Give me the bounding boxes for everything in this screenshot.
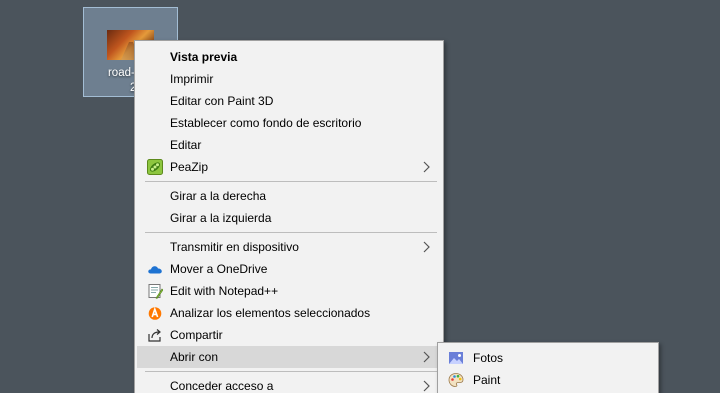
submenu-item-fotos[interactable]: Fotos	[440, 347, 656, 369]
open-with-submenu: Fotos Paint	[437, 342, 659, 393]
submenu-item-paint[interactable]: Paint	[440, 369, 656, 391]
menu-item-label: Girar a la izquierda	[170, 211, 272, 225]
menu-item-label: Analizar los elementos seleccionados	[170, 306, 371, 320]
menu-item-imprimir[interactable]: Imprimir	[137, 68, 441, 90]
menu-item-fondo-escritorio[interactable]: Establecer como fondo de escritorio	[137, 112, 441, 134]
menu-item-editar-paint3d[interactable]: Editar con Paint 3D	[137, 90, 441, 112]
menu-item-transmitir[interactable]: Transmitir en dispositivo	[137, 236, 441, 258]
menu-item-analizar[interactable]: Analizar los elementos seleccionados	[137, 302, 441, 324]
menu-item-vista-previa[interactable]: Vista previa	[137, 46, 441, 68]
menu-item-conceder-acceso[interactable]: Conceder acceso a	[137, 375, 441, 393]
notepad-plus-plus-icon	[148, 284, 163, 299]
chevron-right-icon	[423, 161, 430, 173]
menu-item-peazip[interactable]: PeaZip	[137, 156, 441, 178]
chevron-right-icon	[423, 351, 430, 363]
menu-item-label: Establecer como fondo de escritorio	[170, 116, 362, 130]
menu-item-label: Compartir	[170, 328, 223, 342]
avast-icon	[148, 306, 162, 320]
menu-separator	[145, 181, 437, 182]
menu-item-notepadpp[interactable]: Edit with Notepad++	[137, 280, 441, 302]
share-icon	[148, 329, 161, 342]
photos-icon	[449, 352, 463, 364]
submenu-item-label: Paint	[473, 373, 501, 387]
menu-item-girar-izquierda[interactable]: Girar a la izquierda	[137, 207, 441, 229]
menu-item-label: Girar a la derecha	[170, 189, 267, 203]
menu-item-label: Editar	[170, 138, 202, 152]
menu-item-girar-derecha[interactable]: Girar a la derecha	[137, 185, 441, 207]
menu-item-editar[interactable]: Editar	[137, 134, 441, 156]
menu-item-abrir-con[interactable]: Abrir con	[137, 346, 441, 368]
menu-item-label: Transmitir en dispositivo	[170, 240, 299, 254]
menu-item-onedrive[interactable]: Mover a OneDrive	[137, 258, 441, 280]
submenu-item-label: Fotos	[473, 351, 504, 365]
menu-item-label: Editar con Paint 3D	[170, 94, 274, 108]
menu-item-label: Imprimir	[170, 72, 214, 86]
menu-item-compartir[interactable]: Compartir	[137, 324, 441, 346]
menu-item-label: Vista previa	[170, 50, 238, 64]
menu-separator	[145, 232, 437, 233]
onedrive-cloud-icon	[148, 266, 162, 274]
chevron-right-icon	[423, 241, 430, 253]
menu-item-label: Conceder acceso a	[170, 379, 274, 393]
menu-item-label: PeaZip	[170, 160, 209, 174]
chevron-right-icon	[423, 380, 430, 392]
menu-item-label: Mover a OneDrive	[170, 262, 268, 276]
peazip-icon	[147, 159, 163, 175]
menu-item-label: Edit with Notepad++	[170, 284, 279, 298]
paint-palette-icon	[448, 373, 464, 387]
menu-separator	[145, 371, 437, 372]
context-menu: Vista previa Imprimir Editar con Paint 3…	[134, 40, 444, 393]
menu-item-label: Abrir con	[170, 350, 219, 364]
